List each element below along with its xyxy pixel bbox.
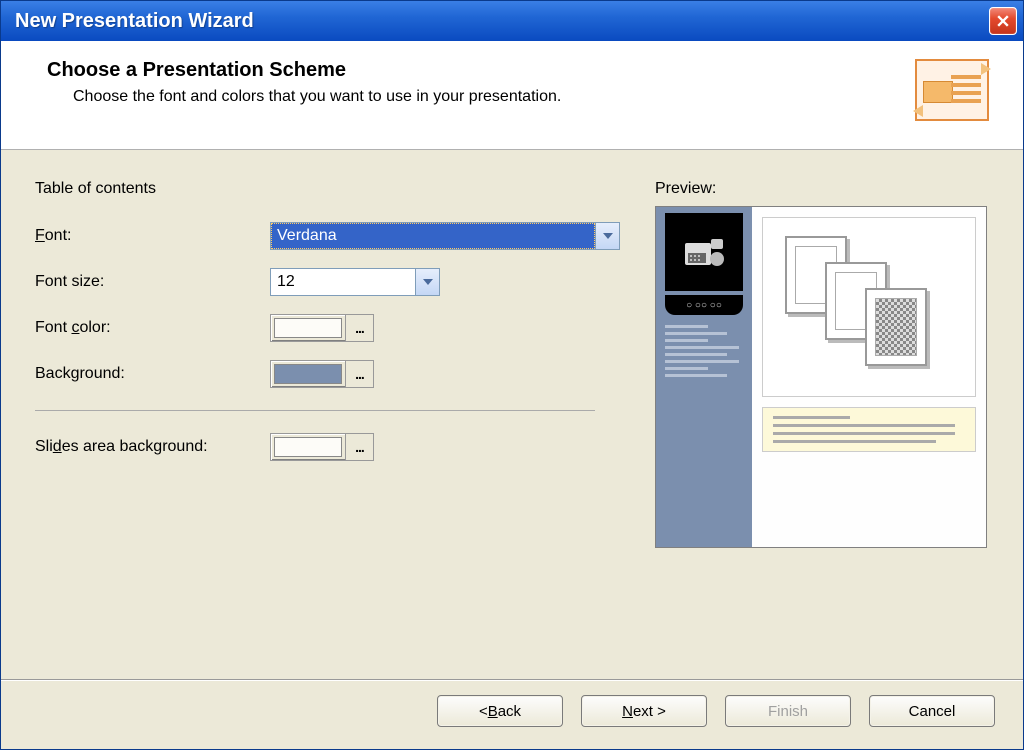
preview-sidebar: ○ ○○ ○○: [656, 207, 752, 547]
slides-bg-label: Slides area background:: [35, 438, 270, 456]
preview-box: ○ ○○ ○○: [655, 206, 987, 548]
background-swatch: [274, 364, 342, 384]
background-more-button[interactable]: ...: [345, 361, 373, 387]
separator: [35, 410, 595, 411]
preview-notes: [762, 407, 976, 452]
font-value: Verdana: [271, 223, 595, 249]
slides-bg-row: Slides area background: ...: [35, 433, 625, 461]
cancel-button[interactable]: Cancel: [869, 695, 995, 727]
camcorder-icon: [679, 227, 729, 277]
slides-bg-picker[interactable]: ...: [270, 433, 374, 461]
font-label: Font:: [35, 227, 270, 245]
font-row: Font: Verdana: [35, 222, 625, 250]
presentation-icon: [915, 59, 989, 121]
fontcolor-label: Font color:: [35, 319, 270, 337]
page-subtext: Choose the font and colors that you want…: [73, 88, 561, 106]
background-label: Background:: [35, 365, 270, 383]
form-left-column: Table of contents Font: Verdana Font siz…: [35, 180, 625, 669]
fontsize-combobox[interactable]: 12: [270, 268, 440, 296]
fontcolor-more-button[interactable]: ...: [345, 315, 373, 341]
slides-bg-more-button[interactable]: ...: [345, 434, 373, 460]
header-panel: Choose a Presentation Scheme Choose the …: [1, 41, 1023, 150]
window-title: New Presentation Wizard: [15, 10, 254, 33]
wizard-button-row: < Back Next > Finish Cancel: [1, 680, 1023, 749]
preview-main: [752, 207, 986, 547]
background-picker[interactable]: ...: [270, 360, 374, 388]
finish-button: Finish: [725, 695, 851, 727]
preview-playback-controls: ○ ○○ ○○: [665, 295, 743, 315]
next-button[interactable]: Next >: [581, 695, 707, 727]
fontsize-value: 12: [271, 269, 415, 295]
preview-toc-lines: [665, 325, 743, 377]
background-row: Background: ...: [35, 360, 625, 388]
preview-label: Preview:: [655, 180, 989, 198]
slides-bg-swatch: [274, 437, 342, 457]
fontcolor-swatch: [274, 318, 342, 338]
preview-column: Preview:: [655, 180, 989, 669]
toc-section-label: Table of contents: [35, 180, 625, 198]
preview-slide-stack: [762, 217, 976, 397]
titlebar: New Presentation Wizard: [1, 1, 1023, 41]
fontcolor-row: Font color: ...: [35, 314, 625, 342]
font-combobox[interactable]: Verdana: [270, 222, 620, 250]
chevron-down-icon: [423, 279, 433, 285]
close-icon: [997, 15, 1009, 27]
page-heading: Choose a Presentation Scheme: [47, 59, 561, 82]
wizard-window: New Presentation Wizard Choose a Present…: [0, 0, 1024, 750]
content-area: Choose a Presentation Scheme Choose the …: [1, 41, 1023, 680]
header-text: Choose a Presentation Scheme Choose the …: [47, 59, 561, 106]
fontcolor-picker[interactable]: ...: [270, 314, 374, 342]
fontsize-row: Font size: 12: [35, 268, 625, 296]
close-button[interactable]: [989, 7, 1017, 35]
chevron-down-icon: [603, 233, 613, 239]
font-dropdown-button[interactable]: [595, 223, 619, 249]
fontsize-dropdown-button[interactable]: [415, 269, 439, 295]
back-button[interactable]: < Back: [437, 695, 563, 727]
fontsize-label: Font size:: [35, 273, 270, 291]
form-content: Table of contents Font: Verdana Font siz…: [1, 150, 1023, 679]
preview-thumbnail: [665, 213, 743, 291]
